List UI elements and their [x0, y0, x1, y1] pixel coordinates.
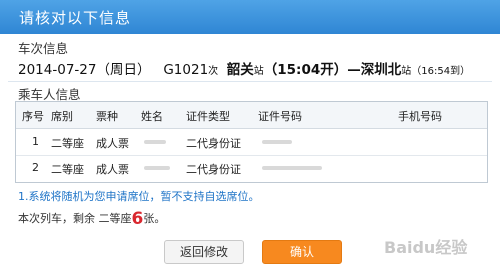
from-station-suffix: 站 — [253, 66, 264, 77]
route-arrow: — — [347, 62, 361, 78]
cell-seat: 二等座 — [51, 163, 84, 176]
section-divider — [8, 81, 492, 82]
travel-date: 2014-07-27 — [18, 62, 97, 78]
train-section-label: 车次信息 — [18, 41, 69, 56]
col-seat: 席别 — [51, 110, 73, 123]
remaining-prefix: 本次列车，剩余 二等座 — [18, 212, 132, 225]
back-edit-button[interactable]: 返回修改 — [164, 240, 244, 264]
to-station: 深圳北 — [360, 62, 402, 78]
redacted-id-number — [262, 166, 322, 170]
col-id-type: 证件类型 — [186, 110, 230, 123]
remaining-tickets: 本次列车，剩余 二等座6张。 — [18, 209, 165, 229]
baidu-watermark: Baidu经验 — [384, 238, 468, 257]
train-number-suffix: 次 — [208, 66, 219, 77]
redacted-id-number — [262, 140, 292, 144]
cell-index: 1 — [32, 135, 39, 148]
arrive-time: （16:54到） — [411, 66, 471, 77]
passenger-table: 序号 席别 票种 姓名 证件类型 证件号码 手机号码 1 二等座 成人票 二代身… — [15, 101, 488, 183]
from-station: 韶关 — [226, 62, 254, 78]
redacted-name — [144, 140, 166, 144]
cell-seat: 二等座 — [51, 137, 84, 150]
seat-allocation-note: 1.系统将随机为您申请席位，暂不支持自选席位。 — [18, 190, 260, 203]
to-station-suffix: 站 — [401, 66, 412, 77]
col-phone: 手机号码 — [398, 110, 442, 123]
train-number: G1021 — [163, 62, 209, 78]
cell-ticket: 成人票 — [96, 163, 129, 176]
col-name: 姓名 — [141, 110, 163, 123]
cell-id-type: 二代身份证 — [186, 137, 241, 150]
table-header-row: 序号 席别 票种 姓名 证件类型 证件号码 手机号码 — [16, 102, 487, 129]
col-index: 序号 — [22, 110, 44, 123]
cell-index: 2 — [32, 161, 39, 174]
train-info-line: 2014-07-27（周日） G1021次 韶关站（15:04开）—深圳北站（1… — [18, 58, 470, 78]
dialog-title: 请核对以下信息 — [19, 9, 132, 27]
depart-time: （15:04开） — [263, 62, 348, 78]
col-ticket: 票种 — [96, 110, 118, 123]
redacted-name — [144, 166, 170, 170]
cell-id-type: 二代身份证 — [186, 163, 241, 176]
col-id-number: 证件号码 — [258, 110, 302, 123]
table-row: 1 二等座 成人票 二代身份证 — [16, 129, 487, 156]
table-row: 2 二等座 成人票 二代身份证 — [16, 155, 487, 181]
cell-ticket: 成人票 — [96, 137, 129, 150]
dialog-title-bar: 请核对以下信息 — [0, 0, 500, 34]
remaining-suffix: 张。 — [143, 212, 166, 225]
remaining-count: 6 — [131, 209, 144, 229]
confirm-button[interactable]: 确认 — [262, 240, 342, 264]
travel-weekday: （周日） — [96, 62, 151, 78]
